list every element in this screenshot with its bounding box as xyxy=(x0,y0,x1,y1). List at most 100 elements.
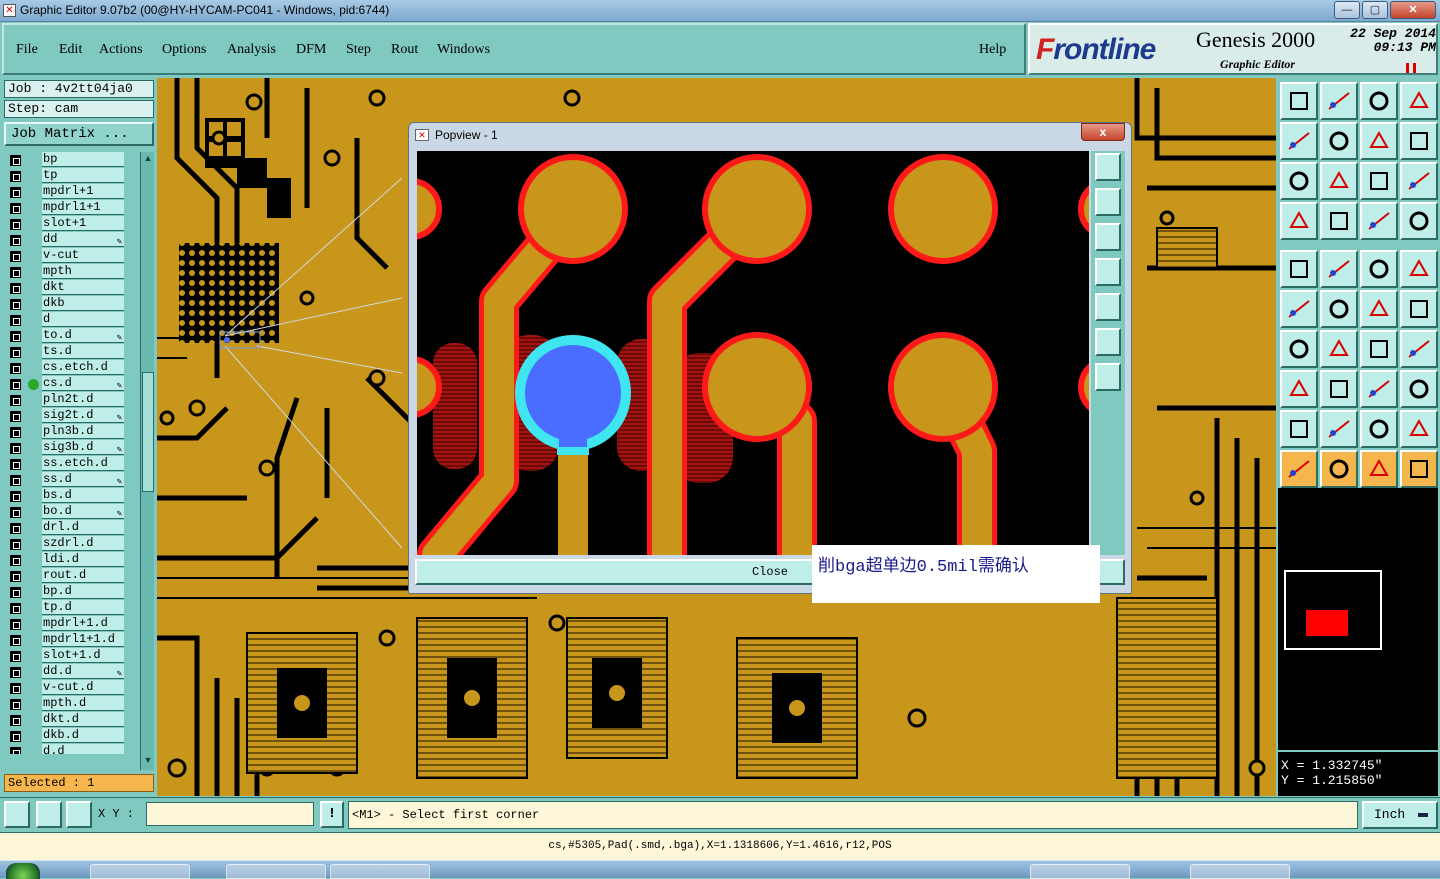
popview-zoom-out-icon[interactable] xyxy=(1095,363,1121,391)
layer-checkbox[interactable] xyxy=(10,731,21,742)
layer-checkbox[interactable] xyxy=(10,267,21,278)
triangle-icon[interactable] xyxy=(1280,410,1318,448)
menu-actions[interactable]: Actions xyxy=(99,42,143,58)
layer-checkbox[interactable] xyxy=(10,331,21,342)
layer-row[interactable]: dd.d ✎ xyxy=(6,664,124,680)
layer-name[interactable]: slot+1 xyxy=(42,216,124,231)
layer-name[interactable]: dkt xyxy=(42,280,124,295)
group-icon[interactable] xyxy=(1400,370,1438,408)
popview-pan-right-icon[interactable] xyxy=(1095,293,1121,321)
layer-checkbox[interactable] xyxy=(10,155,21,166)
layer-checkbox[interactable] xyxy=(10,523,21,534)
layer-name[interactable]: bs.d xyxy=(42,488,124,503)
layer-name[interactable]: d xyxy=(42,312,124,327)
settings-icon[interactable] xyxy=(1280,202,1318,240)
start-button[interactable] xyxy=(6,863,40,879)
maximize-button[interactable]: ▢ xyxy=(1362,1,1388,19)
layer-row[interactable]: v-cut xyxy=(6,248,124,264)
layer-checkbox[interactable] xyxy=(10,459,21,470)
select-box-icon[interactable] xyxy=(1320,450,1358,488)
layer-checkbox[interactable] xyxy=(10,475,21,486)
pointer-icon[interactable] xyxy=(1280,450,1318,488)
layer-name[interactable]: slot+1.d xyxy=(42,648,124,663)
center-icon[interactable] xyxy=(1320,162,1358,200)
measure-box-icon[interactable] xyxy=(1360,370,1398,408)
layer-row[interactable]: rout.d xyxy=(6,568,124,584)
layer-name[interactable]: pln3b.d xyxy=(42,424,124,439)
layer-checkbox[interactable] xyxy=(10,315,21,326)
layer-row[interactable]: ts.d xyxy=(6,344,124,360)
taskbar-item[interactable] xyxy=(1190,864,1290,879)
job-matrix-button[interactable]: Job Matrix ... xyxy=(4,122,154,146)
flip-icon[interactable] xyxy=(1400,330,1438,368)
layer-row[interactable]: mpdrl+1.d xyxy=(6,616,124,632)
fit-icon[interactable] xyxy=(1280,162,1318,200)
layer-row[interactable]: ss.d ✎ xyxy=(6,472,124,488)
select-path-icon[interactable] xyxy=(1400,450,1438,488)
connect-icon[interactable] xyxy=(1280,290,1318,328)
layer-checkbox[interactable] xyxy=(10,411,21,422)
layer-row[interactable]: slot+1.d xyxy=(6,648,124,664)
layer-row[interactable]: mpdrl1+1.d xyxy=(6,632,124,648)
measure-icon[interactable] xyxy=(36,801,62,828)
mirror-icon[interactable] xyxy=(1360,122,1398,160)
menu-help[interactable]: Help xyxy=(979,42,1006,58)
layer-row[interactable]: mpdrl1+1 xyxy=(6,200,124,216)
layer-checkbox[interactable] xyxy=(10,651,21,662)
arc-icon[interactable] xyxy=(1360,410,1398,448)
grid-view-icon[interactable] xyxy=(1320,202,1358,240)
popview-zoom-icon[interactable] xyxy=(1095,153,1121,181)
layer-name[interactable]: mpdrl+1 xyxy=(42,184,124,199)
menu-file[interactable]: File xyxy=(16,42,38,58)
layer-row[interactable]: cs.etch.d xyxy=(6,360,124,376)
popview-pan-up-icon[interactable] xyxy=(1095,188,1121,216)
split-icon[interactable] xyxy=(1320,370,1358,408)
layer-row[interactable]: tp.d xyxy=(6,600,124,616)
layer-checkbox[interactable] xyxy=(10,171,21,182)
home-icon[interactable] xyxy=(1360,82,1398,120)
popview-zoom-in-icon[interactable] xyxy=(1095,328,1121,356)
layer-checkbox[interactable] xyxy=(10,571,21,582)
layer-row[interactable]: ldi.d xyxy=(6,552,124,568)
menu-step[interactable]: Step xyxy=(346,42,371,58)
layer-row[interactable]: dkb.d xyxy=(6,728,124,744)
layer-checkbox[interactable] xyxy=(10,203,21,214)
layer-name[interactable]: dd ✎ xyxy=(42,232,124,247)
layer-name[interactable]: sig3b.d ✎ xyxy=(42,440,124,455)
ruler-icon[interactable] xyxy=(1360,250,1398,288)
menu-options[interactable]: Options xyxy=(162,42,206,58)
layer-checkbox[interactable] xyxy=(10,539,21,550)
scale-icon[interactable] xyxy=(1360,162,1398,200)
layer-name[interactable]: ss.etch.d xyxy=(42,456,124,471)
layer-name[interactable]: pln2t.d xyxy=(42,392,124,407)
minimize-button[interactable]: — xyxy=(1334,1,1360,19)
layer-checkbox[interactable] xyxy=(10,667,21,678)
layer-row[interactable]: d.d xyxy=(6,744,124,754)
layer-row[interactable]: dkb xyxy=(6,296,124,312)
layer-scrollbar[interactable]: ▲ ▼ xyxy=(140,152,154,770)
taskbar-item[interactable] xyxy=(226,864,326,879)
layer-name[interactable]: d.d xyxy=(42,744,124,754)
layer-checkbox[interactable] xyxy=(10,443,21,454)
layer-name[interactable]: to.d ✎ xyxy=(42,328,124,343)
layer-checkbox[interactable] xyxy=(10,187,21,198)
angle-icon[interactable] xyxy=(1280,330,1318,368)
layer-checkbox[interactable] xyxy=(10,747,21,754)
layer-name[interactable]: mpdrl+1.d xyxy=(42,616,124,631)
layer-checkbox[interactable] xyxy=(10,299,21,310)
scroll-thumb[interactable] xyxy=(142,372,154,492)
layer-name[interactable]: ts.d xyxy=(42,344,124,359)
layer-checkbox[interactable] xyxy=(10,219,21,230)
layer-name[interactable]: sig2t.d ✎ xyxy=(42,408,124,423)
layer-name[interactable]: tp xyxy=(42,168,124,183)
circle-icon[interactable] xyxy=(1400,250,1438,288)
taskbar-item[interactable] xyxy=(90,864,190,879)
layer-row[interactable]: bs.d xyxy=(6,488,124,504)
overview-map[interactable] xyxy=(1278,488,1438,750)
layer-checkbox[interactable] xyxy=(10,251,21,262)
menu-edit[interactable]: Edit xyxy=(59,42,82,58)
layer-name[interactable]: v-cut.d xyxy=(42,680,124,695)
layer-row[interactable]: tp xyxy=(6,168,124,184)
layer-checkbox[interactable] xyxy=(10,699,21,710)
layer-row[interactable]: drl.d xyxy=(6,520,124,536)
